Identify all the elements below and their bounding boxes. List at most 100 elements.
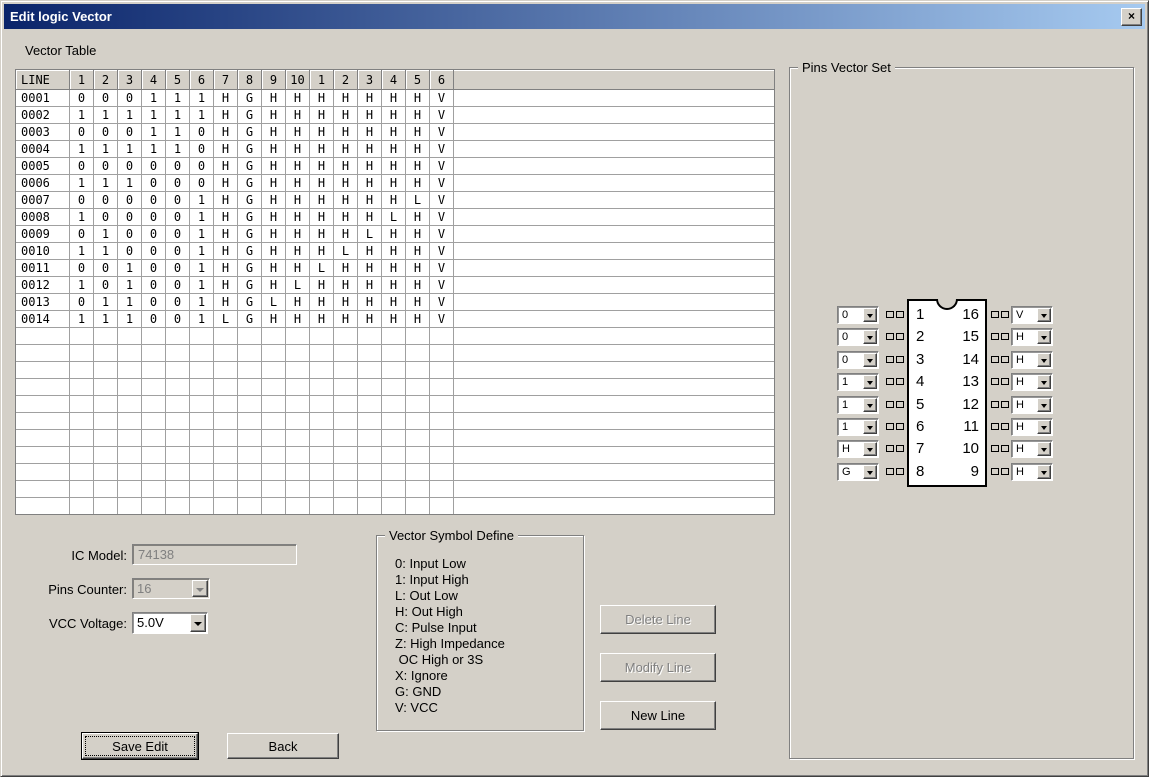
vector-cell[interactable]: 1 xyxy=(190,90,214,107)
vector-cell[interactable]: G xyxy=(238,141,262,158)
vector-cell[interactable] xyxy=(166,413,190,430)
table-row[interactable]: 0007000001HGHHHHHHLV xyxy=(16,192,774,209)
vector-cell[interactable]: H xyxy=(310,141,334,158)
vector-cell[interactable]: V xyxy=(430,226,454,243)
empty-row[interactable] xyxy=(16,413,774,430)
vector-cell[interactable] xyxy=(190,345,214,362)
vector-cell[interactable]: 1 xyxy=(94,311,118,328)
pin-4-select[interactable]: 1 xyxy=(837,373,879,391)
vector-cell[interactable]: 1 xyxy=(118,175,142,192)
vector-cell[interactable] xyxy=(70,498,94,515)
vector-cell[interactable] xyxy=(118,447,142,464)
vector-cell[interactable]: L xyxy=(334,243,358,260)
vector-cell[interactable]: H xyxy=(310,311,334,328)
vector-cell[interactable]: 0 xyxy=(70,158,94,175)
vector-cell[interactable]: H xyxy=(358,294,382,311)
vector-cell[interactable]: 0 xyxy=(118,124,142,141)
vector-cell[interactable]: 0 xyxy=(166,209,190,226)
vector-cell[interactable]: H xyxy=(382,124,406,141)
vector-cell[interactable] xyxy=(382,447,406,464)
vector-cell[interactable] xyxy=(214,396,238,413)
pin-1-select[interactable]: 0 xyxy=(837,306,879,324)
vector-cell[interactable] xyxy=(142,345,166,362)
line-cell[interactable] xyxy=(16,481,70,498)
vector-cell[interactable]: 1 xyxy=(166,90,190,107)
vector-cell[interactable]: H xyxy=(214,260,238,277)
vector-cell[interactable] xyxy=(70,447,94,464)
dropdown-arrow-icon[interactable] xyxy=(1037,330,1051,344)
vector-cell[interactable] xyxy=(214,481,238,498)
dropdown-arrow-icon[interactable] xyxy=(1037,375,1051,389)
vector-cell[interactable] xyxy=(94,413,118,430)
vector-cell[interactable]: 0 xyxy=(70,124,94,141)
vector-cell[interactable] xyxy=(70,328,94,345)
vector-cell[interactable] xyxy=(310,379,334,396)
vector-cell[interactable]: 0 xyxy=(94,260,118,277)
vector-cell[interactable] xyxy=(310,447,334,464)
vector-cell[interactable] xyxy=(286,413,310,430)
vector-cell[interactable]: H xyxy=(406,260,430,277)
vector-cell[interactable] xyxy=(430,413,454,430)
vector-cell[interactable]: 1 xyxy=(94,107,118,124)
vector-cell[interactable] xyxy=(166,464,190,481)
vector-cell[interactable]: L xyxy=(214,311,238,328)
vector-cell[interactable] xyxy=(262,464,286,481)
dropdown-arrow-icon[interactable] xyxy=(1037,353,1051,367)
vector-cell[interactable]: H xyxy=(382,90,406,107)
vector-cell[interactable] xyxy=(334,362,358,379)
vector-cell[interactable]: 1 xyxy=(118,311,142,328)
vector-cell[interactable] xyxy=(286,396,310,413)
vector-cell[interactable]: H xyxy=(334,260,358,277)
vector-cell[interactable] xyxy=(430,498,454,515)
vector-cell[interactable]: G xyxy=(238,107,262,124)
vector-cell[interactable] xyxy=(190,447,214,464)
vector-cell[interactable]: V xyxy=(430,90,454,107)
vector-cell[interactable]: H xyxy=(310,209,334,226)
vector-cell[interactable] xyxy=(310,413,334,430)
pin-13-select[interactable]: H xyxy=(1011,373,1053,391)
vector-cell[interactable]: L xyxy=(262,294,286,311)
vector-cell[interactable] xyxy=(430,379,454,396)
vector-cell[interactable]: 1 xyxy=(118,277,142,294)
vector-cell[interactable]: 1 xyxy=(190,260,214,277)
vector-cell[interactable] xyxy=(406,498,430,515)
vector-cell[interactable] xyxy=(262,413,286,430)
vector-cell[interactable]: 0 xyxy=(94,90,118,107)
vector-cell[interactable] xyxy=(238,328,262,345)
vector-cell[interactable]: H xyxy=(310,294,334,311)
vector-cell[interactable] xyxy=(238,498,262,515)
vector-cell[interactable] xyxy=(118,498,142,515)
vector-cell[interactable]: H xyxy=(406,243,430,260)
vector-cell[interactable] xyxy=(310,430,334,447)
vector-cell[interactable]: V xyxy=(430,277,454,294)
vector-cell[interactable]: 0 xyxy=(118,158,142,175)
vector-cell[interactable]: H xyxy=(382,294,406,311)
vector-cell[interactable]: H xyxy=(334,294,358,311)
table-row[interactable]: 0006111000HGHHHHHHHV xyxy=(16,175,774,192)
vector-cell[interactable] xyxy=(382,413,406,430)
line-cell[interactable] xyxy=(16,379,70,396)
vector-cell[interactable] xyxy=(406,345,430,362)
dropdown-arrow-icon[interactable] xyxy=(863,398,877,412)
vector-cell[interactable] xyxy=(286,498,310,515)
pin-14-select[interactable]: H xyxy=(1011,351,1053,369)
table-row[interactable]: 0004111110HGHHHHHHHV xyxy=(16,141,774,158)
vector-cell[interactable]: H xyxy=(214,158,238,175)
vector-cell[interactable] xyxy=(310,345,334,362)
vector-cell[interactable]: 1 xyxy=(70,209,94,226)
vector-cell[interactable]: 1 xyxy=(118,294,142,311)
vector-cell[interactable] xyxy=(406,413,430,430)
vector-cell[interactable]: 0 xyxy=(142,311,166,328)
line-cell[interactable] xyxy=(16,396,70,413)
vector-cell[interactable]: 0 xyxy=(190,141,214,158)
pin-8-select[interactable]: G xyxy=(837,463,879,481)
vector-cell[interactable]: H xyxy=(262,243,286,260)
vector-cell[interactable]: H xyxy=(262,90,286,107)
vector-cell[interactable] xyxy=(262,362,286,379)
vector-cell[interactable] xyxy=(358,413,382,430)
vector-cell[interactable]: 1 xyxy=(70,243,94,260)
vector-cell[interactable] xyxy=(94,362,118,379)
vector-cell[interactable] xyxy=(382,379,406,396)
vector-cell[interactable]: 1 xyxy=(190,243,214,260)
pin-10-select[interactable]: H xyxy=(1011,440,1053,458)
